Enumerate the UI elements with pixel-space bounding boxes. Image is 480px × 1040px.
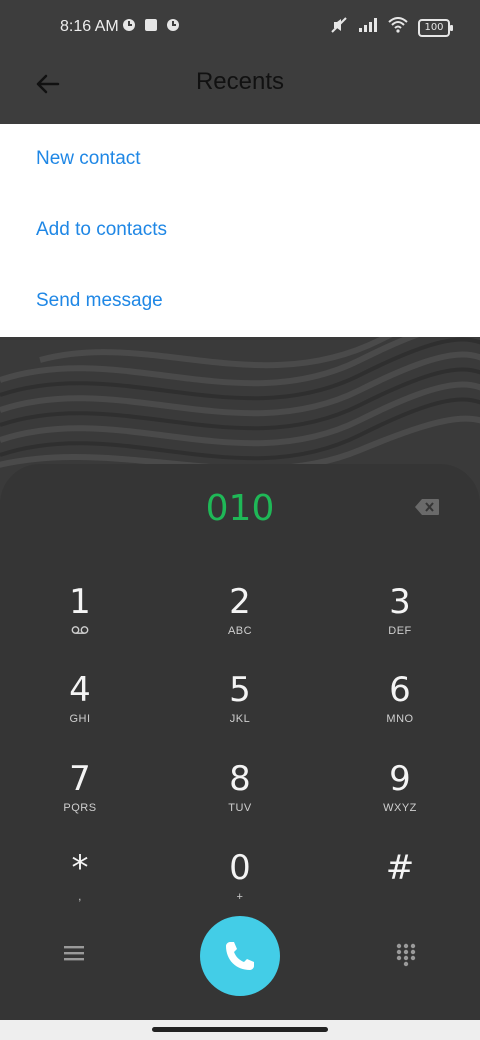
key-letters: ABC bbox=[227, 625, 253, 637]
voicemail-icon bbox=[71, 622, 89, 639]
key-2[interactable]: 2 ABC bbox=[180, 582, 300, 662]
app-header: Recents bbox=[0, 56, 480, 124]
key-9[interactable]: 9 WXYZ bbox=[340, 759, 460, 839]
phone-icon bbox=[200, 942, 280, 1000]
app-notification-icon bbox=[122, 18, 136, 37]
home-indicator[interactable] bbox=[152, 1027, 328, 1032]
key-digit: 0 bbox=[229, 848, 251, 888]
menu-icon[interactable] bbox=[62, 943, 86, 963]
key-digit: 3 bbox=[389, 582, 411, 622]
key-digit: 5 bbox=[229, 670, 251, 710]
number-actions-menu: New contact Add to contacts Send message bbox=[0, 124, 480, 337]
key-7[interactable]: 7 PQRS bbox=[20, 759, 140, 839]
key-letters: TUV bbox=[228, 802, 252, 814]
signal-icon bbox=[358, 17, 378, 38]
key-digit: 7 bbox=[69, 759, 91, 799]
key-digit: 8 bbox=[229, 759, 251, 799]
dialpad-icon[interactable] bbox=[396, 943, 416, 967]
key-digit: 1 bbox=[69, 582, 91, 622]
key-letters: MNO bbox=[386, 713, 414, 725]
navigation-bar bbox=[0, 1020, 480, 1040]
dialed-number: 010 bbox=[205, 488, 275, 529]
wifi-icon bbox=[388, 17, 408, 38]
key-letters: GHI bbox=[69, 713, 91, 725]
new-contact-option[interactable]: New contact bbox=[36, 148, 141, 170]
dialer-panel: 010 1 2 ABC 3 DEF 4 GHI 5 JKL 6 MNO 7 PQ… bbox=[0, 464, 480, 1024]
call-button[interactable] bbox=[200, 916, 280, 996]
key-digit: * bbox=[71, 848, 89, 888]
key-digit: # bbox=[385, 848, 415, 888]
mute-icon bbox=[330, 16, 348, 39]
key-8[interactable]: 8 TUV bbox=[180, 759, 300, 839]
backspace-icon[interactable] bbox=[414, 498, 440, 516]
key-letters: JKL bbox=[229, 713, 251, 725]
key-digit: 4 bbox=[69, 670, 91, 710]
key-letters: WXYZ bbox=[383, 802, 417, 814]
key-1[interactable]: 1 bbox=[20, 582, 140, 662]
key-hash[interactable]: # bbox=[340, 848, 460, 928]
app-notification-icon bbox=[166, 18, 180, 37]
battery-icon: 100 bbox=[418, 18, 453, 37]
key-digit: 9 bbox=[389, 759, 411, 799]
send-message-option[interactable]: Send message bbox=[36, 290, 163, 312]
key-digit: 2 bbox=[229, 582, 251, 622]
key-digit: 6 bbox=[389, 670, 411, 710]
key-letters: DEF bbox=[388, 625, 412, 637]
system-icons: 100 bbox=[330, 16, 453, 39]
add-to-contacts-option[interactable]: Add to contacts bbox=[36, 219, 167, 241]
notification-icons bbox=[122, 18, 180, 37]
key-4[interactable]: 4 GHI bbox=[20, 670, 140, 750]
key-letters: PQRS bbox=[63, 802, 97, 814]
key-5[interactable]: 5 JKL bbox=[180, 670, 300, 750]
page-title: Recents bbox=[195, 68, 285, 95]
status-bar: 8:16 AM 100 bbox=[0, 0, 480, 56]
status-time: 8:16 AM bbox=[60, 18, 119, 35]
key-star[interactable]: * , bbox=[20, 848, 140, 928]
key-3[interactable]: 3 DEF bbox=[340, 582, 460, 662]
square-notification-icon bbox=[144, 18, 158, 37]
key-6[interactable]: 6 MNO bbox=[340, 670, 460, 750]
key-letters: , bbox=[78, 891, 82, 903]
key-letters: + bbox=[236, 891, 244, 903]
